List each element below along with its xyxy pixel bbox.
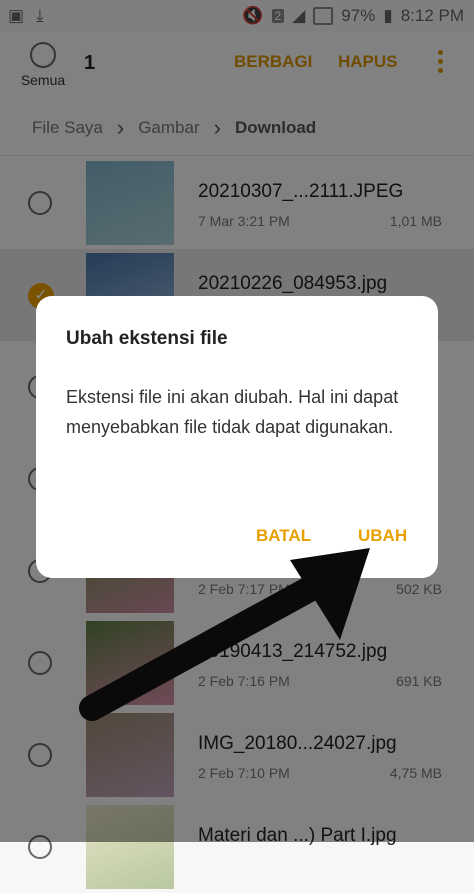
annotation-arrow-icon <box>79 548 370 721</box>
